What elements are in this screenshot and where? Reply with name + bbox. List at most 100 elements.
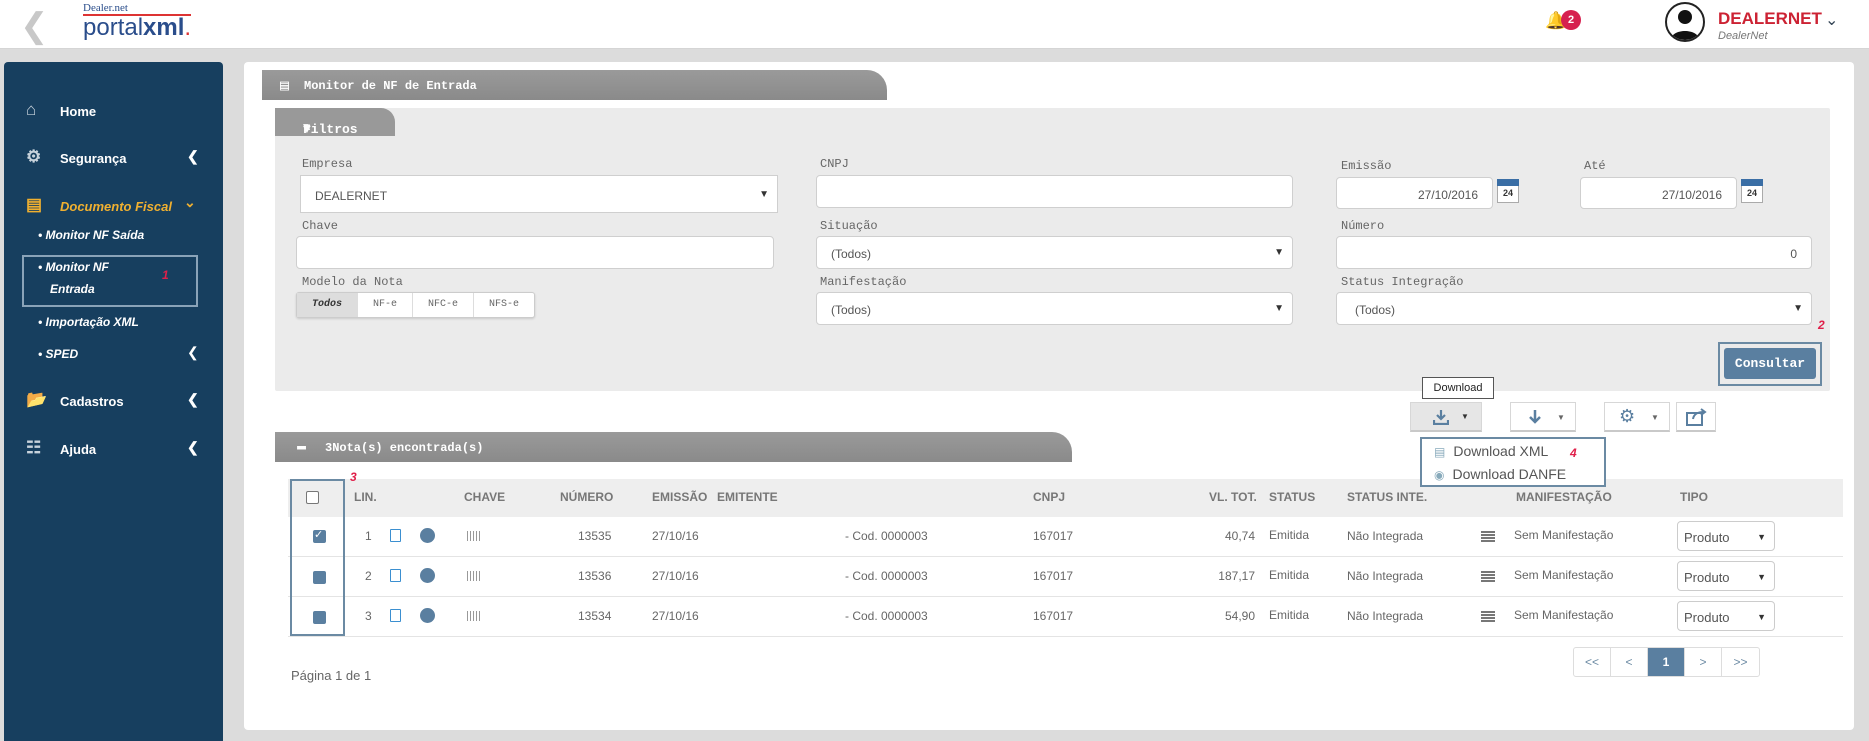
numero-field[interactable]: 0 (1336, 236, 1812, 269)
manifestacao-select[interactable]: (Todos) ▼ (816, 292, 1293, 325)
notification-badge[interactable]: 2 (1561, 10, 1581, 30)
monitor-icon: ▤ (280, 78, 290, 95)
sidebar-subitem-monitor-saida[interactable]: • Monitor NF Saída (38, 228, 144, 242)
globe-icon[interactable] (420, 528, 435, 543)
pdf-icon[interactable] (390, 569, 401, 582)
menu-item-download-danfe[interactable]: ◉ Download DANFE (1434, 466, 1566, 482)
calendar-icon[interactable]: 24 (1497, 179, 1519, 203)
row-status-inte: Não Integrada (1347, 529, 1424, 543)
status-integracao-select[interactable]: (Todos) ▼ (1336, 292, 1812, 325)
ate-date-field[interactable]: 27/10/2016 (1580, 177, 1737, 209)
column-numero[interactable]: NÚMERO (560, 490, 613, 504)
filters-toggle[interactable]: ▼ Filtros ▼ (275, 108, 395, 137)
tipo-select[interactable]: Produto ▼ (1677, 561, 1775, 591)
back-chevron-icon[interactable]: ❮ (20, 6, 49, 46)
calendar-icon[interactable]: 24 (1741, 179, 1763, 203)
caret-down-icon: ▼ (1757, 612, 1766, 622)
emissao-date-field[interactable]: 27/10/2016 (1336, 177, 1493, 209)
modelo-option-nfse[interactable]: NFS-e (474, 293, 534, 317)
pager-first[interactable]: << (1574, 648, 1611, 676)
row-vl-tot: 187,17 (1218, 569, 1255, 583)
column-status[interactable]: STATUS (1269, 490, 1315, 504)
chevron-down-icon: ⌄ (184, 194, 196, 210)
pdf-icon[interactable] (390, 609, 401, 622)
modelo-option-nfe[interactable]: NF-e (358, 293, 414, 317)
pagination: << < 1 > >> (1573, 647, 1760, 677)
pdf-icon[interactable] (390, 529, 401, 542)
column-tipo[interactable]: TIPO (1680, 490, 1708, 504)
sidebar-item-label: • Monitor NF (38, 260, 109, 274)
tipo-value: Produto (1684, 570, 1730, 585)
folder-icon: 📂 (26, 390, 48, 409)
list-icon[interactable] (1481, 531, 1495, 542)
sidebar-item-cadastros[interactable]: 📂 Cadastros ❮ (4, 386, 223, 416)
avatar[interactable] (1665, 2, 1705, 42)
column-chave[interactable]: CHAVE (464, 490, 505, 504)
column-emissao[interactable]: EMISSÃO (652, 490, 707, 504)
gear-icon: ⚙ (1619, 406, 1636, 426)
highlight-box-checkbox-column (290, 479, 345, 636)
cnpj-field[interactable] (816, 175, 1293, 208)
download-dropdown-button[interactable]: ▼ (1410, 402, 1482, 432)
row-numero: 13535 (578, 529, 612, 543)
sidebar-item-label: Cadastros (60, 394, 124, 409)
annotation-marker-4: 4 (1570, 446, 1577, 460)
consultar-button[interactable]: Consultar (1724, 348, 1816, 379)
user-name[interactable]: DEALERNET (1718, 9, 1822, 29)
pager-next[interactable]: > (1685, 648, 1722, 676)
share-button[interactable] (1676, 402, 1716, 432)
sidebar-item-ajuda[interactable]: ☷ Ajuda ❮ (4, 434, 223, 464)
sidebar-subitem-importacao-xml[interactable]: • Importação XML (38, 315, 139, 329)
chevron-down-icon[interactable]: ⌄ (1825, 10, 1838, 30)
numero-value: 0 (1790, 247, 1797, 261)
export-dropdown-button[interactable]: ▼ (1510, 402, 1576, 432)
settings-dropdown-button[interactable]: ⚙ ▼ (1604, 402, 1670, 432)
tipo-select[interactable]: Produto ▼ (1677, 521, 1775, 551)
annotation-marker-1: 1 (162, 268, 169, 282)
column-lin[interactable]: LIN. (354, 490, 377, 504)
row-cnpj: 167017 (1033, 529, 1074, 543)
column-status-inte[interactable]: STATUS INTE. (1347, 490, 1427, 504)
row-lin: 3 (365, 609, 372, 623)
situacao-select[interactable]: (Todos) ▼ (816, 236, 1293, 269)
globe-icon[interactable] (420, 568, 435, 583)
pager-prev[interactable]: < (1611, 648, 1648, 676)
sidebar-item-documento-fiscal[interactable]: ▤ Documento Fiscal ⌄ (4, 191, 223, 221)
barcode-icon (467, 571, 481, 581)
caret-down-icon: ▼ (1461, 412, 1469, 421)
column-manifestacao[interactable]: MANIFESTAÇÃO (1516, 490, 1612, 504)
logo[interactable]: Dealer.net portalxml. (83, 2, 192, 42)
chevron-left-icon[interactable]: ❮ (187, 344, 199, 361)
chave-field[interactable] (296, 236, 774, 269)
list-icon[interactable] (1481, 611, 1495, 622)
menu-item-download-xml[interactable]: ▤ Download XML (1434, 443, 1548, 459)
tipo-select[interactable]: Produto ▼ (1677, 601, 1775, 631)
globe-icon[interactable] (420, 608, 435, 623)
list-icon[interactable] (1481, 571, 1495, 582)
row-emissao: 27/10/16 (652, 529, 699, 543)
modelo-option-nfce[interactable]: NFC-e (413, 293, 475, 317)
empresa-select[interactable]: DEALERNET ▼ (300, 175, 778, 213)
pager-page-1[interactable]: 1 (1648, 648, 1685, 676)
caret-down-icon: ▼ (1274, 303, 1284, 314)
column-emitente[interactable]: EMITENTE (717, 490, 778, 504)
column-vl-tot[interactable]: VL. TOT. (1209, 490, 1257, 504)
caret-down-icon: ▼ (1557, 413, 1565, 422)
chave-label: Chave (302, 219, 339, 233)
document-icon: ▤ (26, 195, 43, 214)
sidebar-subitem-sped[interactable]: • SPED (38, 347, 78, 361)
filters-label: Filtros (303, 122, 358, 137)
modelo-option-todos[interactable]: Todos (297, 293, 359, 317)
row-vl-tot: 54,90 (1224, 609, 1255, 623)
situacao-label: Situação (820, 219, 878, 233)
row-lin: 2 (365, 569, 372, 583)
status-integracao-label: Status Integração (1341, 275, 1464, 289)
sidebar-item-home[interactable]: ⌂ Home (4, 96, 223, 126)
situacao-value: (Todos) (831, 247, 872, 261)
status-integracao-value: (Todos) (1355, 303, 1396, 317)
column-cnpj[interactable]: CNPJ (1033, 490, 1065, 504)
sidebar-subitem-monitor-entrada[interactable]: • Monitor NF Entrada (38, 260, 109, 296)
pager-last[interactable]: >> (1722, 648, 1759, 676)
sidebar-item-seguranca[interactable]: ⚙ Segurança ❮ (4, 143, 223, 173)
barcode-icon (467, 611, 481, 621)
